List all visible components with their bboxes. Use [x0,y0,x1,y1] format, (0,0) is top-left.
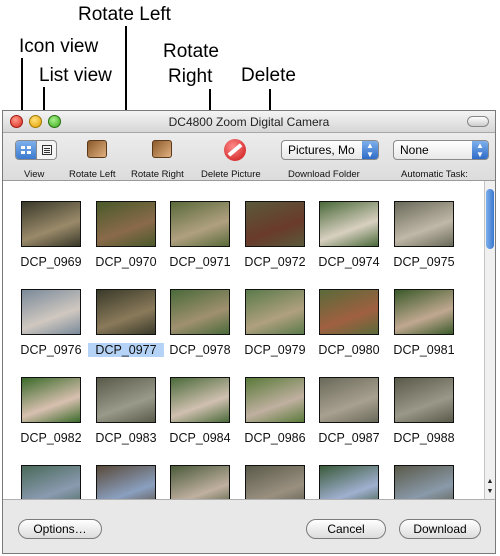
photo-filename[interactable]: DCP_0972 [237,255,313,269]
scrollbar-thumb[interactable] [486,189,494,249]
automatic-task-label: Automatic Task: [401,169,468,180]
photo-thumbnail[interactable] [21,289,81,335]
photo-thumbnail[interactable] [96,465,156,499]
callout-rotate-right-line1: Rotate [163,41,219,62]
photo-thumbnail[interactable] [21,377,81,423]
icon-view-button[interactable] [16,141,36,159]
vertical-scrollbar[interactable]: ▲ ▼ [484,181,495,499]
photo-filename[interactable]: DCP_0975 [386,255,462,269]
download-button[interactable]: Download [399,519,481,539]
rotate-left-icon [87,140,107,158]
automatic-task-popup[interactable]: None ▲ ▼ [393,140,489,160]
photo-thumbnail[interactable] [319,465,379,499]
popup-arrows-icon: ▲ ▼ [362,141,378,159]
photo-filename[interactable]: DCP_0980 [311,343,387,357]
photo-thumbnail[interactable] [170,465,230,499]
title-bar[interactable]: DC4800 Zoom Digital Camera [3,111,495,133]
photo-thumbnail[interactable] [170,289,230,335]
rotate-right-label: Rotate Right [131,169,184,180]
window-title: DC4800 Zoom Digital Camera [168,115,330,129]
photo-thumbnail[interactable] [21,201,81,247]
photo-thumbnail[interactable] [96,377,156,423]
view-label: View [24,169,45,180]
photo-filename[interactable]: DCP_0979 [237,343,313,357]
scroll-up-arrow[interactable]: ▲ [485,477,495,486]
photo-filename[interactable]: DCP_0984 [162,431,238,445]
photo-thumbnail[interactable] [21,465,81,499]
photo-filename[interactable]: DCP_0971 [162,255,238,269]
photo-thumbnail[interactable] [170,201,230,247]
photo-filename[interactable]: DCP_0978 [162,343,238,357]
rotate-left-button[interactable] [83,137,109,161]
callout-icon-view: Icon view [19,36,99,57]
photo-filename[interactable]: DCP_0969 [13,255,89,269]
photo-thumbnail[interactable] [245,201,305,247]
rotate-right-icon [152,140,172,158]
photo-thumbnail[interactable] [319,377,379,423]
toolbar-toggle-button[interactable] [467,116,489,127]
cancel-button[interactable]: Cancel [306,519,386,539]
list-view-button[interactable] [36,141,56,159]
view-segmented-control [15,140,57,160]
photo-filename[interactable]: DCP_0981 [386,343,462,357]
rotate-right-button[interactable] [148,137,174,161]
grid-icon [21,146,31,154]
photo-filename[interactable]: DCP_0982 [13,431,89,445]
callout-delete: Delete [241,65,296,86]
photo-filename[interactable]: DCP_0970 [88,255,164,269]
download-folder-popup[interactable]: Pictures, Mo ▲ ▼ [281,140,379,160]
delete-picture-label: Delete Picture [201,169,261,180]
photo-thumbnail[interactable] [394,289,454,335]
photo-thumbnail[interactable] [394,377,454,423]
scroll-down-arrow[interactable]: ▼ [485,487,495,496]
photo-thumbnail[interactable] [394,201,454,247]
photo-filename[interactable]: DCP_0988 [386,431,462,445]
popup-arrows-icon: ▲ ▼ [472,141,488,159]
photo-filename[interactable]: DCP_0974 [311,255,387,269]
photo-thumbnail[interactable] [319,289,379,335]
photo-thumbnail[interactable] [96,289,156,335]
photo-thumbnail[interactable] [245,465,305,499]
photo-filename[interactable]: DCP_0987 [311,431,387,445]
photo-thumbnail[interactable] [245,289,305,335]
list-icon [42,145,52,155]
camera-window: DC4800 Zoom Digital Camera View Rotate L… [2,110,496,554]
callout-rotate-right-line2: Right [168,66,213,87]
toolbar: View Rotate Left Rotate Right Delete Pic… [3,133,495,181]
callout-list-view: List view [39,65,112,86]
options-button[interactable]: Options… [18,519,102,539]
bottom-bar: Options… Cancel Download [3,499,495,553]
download-folder-value: Pictures, Mo [288,143,355,157]
photo-thumbnail[interactable] [170,377,230,423]
photo-thumbnail[interactable] [394,465,454,499]
photo-thumbnail[interactable] [96,201,156,247]
photo-filename[interactable]: DCP_0976 [13,343,89,357]
delete-icon[interactable] [224,139,246,161]
thumbnail-grid: DCP_0969 DCP_0970 DCP_0971 DCP_0972 DCP_0974… [3,181,484,499]
photo-filename[interactable]: DCP_0977 [88,343,164,357]
photo-thumbnail[interactable] [245,377,305,423]
download-folder-label: Download Folder [288,169,360,180]
callout-rotate-left: Rotate Left [78,4,171,25]
photo-filename[interactable]: DCP_0986 [237,431,313,445]
automatic-task-value: None [400,143,429,157]
photo-thumbnail[interactable] [319,201,379,247]
rotate-left-label: Rotate Left [69,169,116,180]
photo-filename[interactable]: DCP_0983 [88,431,164,445]
